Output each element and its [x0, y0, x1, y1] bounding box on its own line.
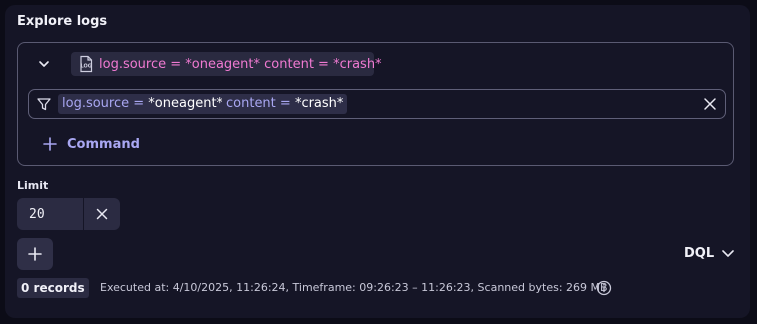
chevron-down-icon	[722, 249, 734, 257]
limit-label: Limit	[17, 179, 49, 192]
filter-token[interactable]: content = *crash*	[222, 94, 348, 114]
log-icon-text: LOG	[81, 64, 92, 70]
query-mode-dropdown[interactable]: DQL	[684, 243, 735, 263]
plus-icon	[43, 137, 57, 151]
close-icon[interactable]	[702, 96, 718, 112]
records-badge: 0 records	[17, 278, 89, 298]
limit-input[interactable]	[17, 198, 83, 230]
filter-icon	[37, 98, 51, 111]
filter-token-value: *crash*	[294, 96, 344, 111]
log-file-icon: LOG	[77, 55, 95, 73]
filter-token[interactable]: log.source = *oneagent*	[58, 94, 228, 114]
add-command-label: Command	[67, 136, 140, 152]
panel-title: Explore logs	[17, 14, 108, 29]
info-icon[interactable]	[596, 280, 612, 296]
add-command-button[interactable]: Command	[42, 134, 140, 154]
limit-clear-button[interactable]	[84, 198, 120, 230]
query-mode-label: DQL	[684, 245, 715, 261]
command-summary-text: log.source = *oneagent* content = *crash…	[99, 56, 382, 72]
filter-token-key: content =	[226, 96, 291, 111]
command-summary-chip[interactable]: LOG log.source = *oneagent* content = *c…	[71, 52, 382, 76]
close-icon	[96, 208, 108, 220]
plus-icon	[28, 247, 42, 261]
execution-info: Executed at: 4/10/2025, 11:26:24, Timefr…	[100, 281, 608, 294]
collapse-toggle[interactable]	[36, 56, 52, 72]
add-button[interactable]	[17, 238, 53, 270]
filter-token-value: *oneagent*	[148, 96, 224, 111]
filter-token-key: log.source =	[62, 96, 145, 111]
chevron-down-icon	[39, 61, 49, 67]
